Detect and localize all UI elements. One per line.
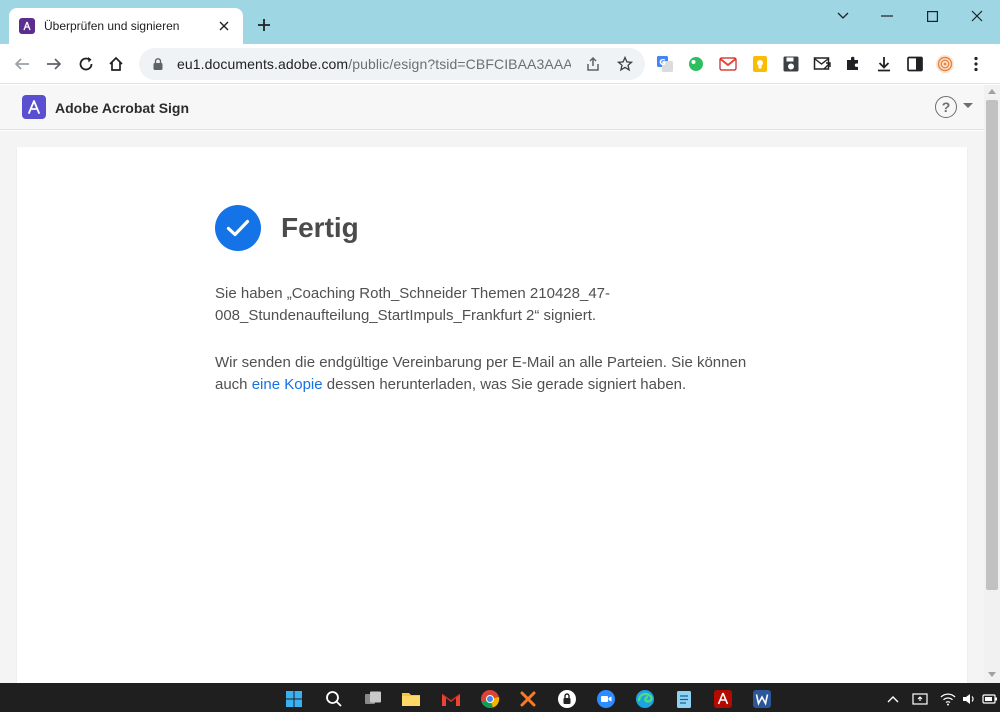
new-tab-icon[interactable]: [253, 14, 275, 36]
confirmation-card: [17, 147, 967, 683]
url-host: eu1.documents.adobe.com: [177, 56, 349, 72]
page-scrollbar-thumb[interactable]: [986, 100, 998, 590]
mail-forward-extension-icon[interactable]: [812, 54, 832, 74]
email-info-text-end: dessen herunterladen, was Sie gerade sig…: [322, 376, 687, 393]
scroll-down-arrow-icon[interactable]: [988, 672, 996, 677]
success-check-icon: [215, 205, 261, 251]
address-bar[interactable]: eu1.documents.adobe.com/public/esign?tsi…: [139, 48, 645, 80]
browser-tab-bar: Überprüfen und signieren: [0, 0, 1000, 44]
browser-tab-active[interactable]: Überprüfen und signieren: [9, 8, 243, 44]
vpn-app-icon[interactable]: [557, 689, 577, 709]
svg-text:G: G: [659, 58, 666, 67]
acrobat-favicon-icon: [19, 18, 35, 34]
lock-icon[interactable]: [151, 57, 165, 71]
evernote-extension-icon[interactable]: [686, 54, 706, 74]
task-view-icon[interactable]: [363, 689, 383, 709]
page-title: Fertig: [281, 212, 359, 243]
forward-arrow-icon[interactable]: [42, 52, 66, 76]
url-path: /public/esign?tsid=CBFCIBAA3AAABLb...: [348, 56, 571, 72]
email-info-text: Wir senden die endgültige Vereinbarung p…: [215, 352, 775, 396]
app-name: Adobe Acrobat Sign: [55, 100, 190, 116]
close-window-icon[interactable]: [967, 6, 987, 26]
word-app-icon[interactable]: [752, 689, 772, 709]
keep-extension-icon[interactable]: [750, 54, 770, 74]
app-header: Adobe Acrobat Sign ?: [0, 85, 984, 130]
reload-icon[interactable]: [74, 52, 98, 76]
minimize-icon[interactable]: [877, 6, 897, 26]
windows-taskbar: [0, 683, 1000, 712]
translate-extension-icon[interactable]: G: [655, 54, 675, 74]
browser-toolbar: eu1.documents.adobe.com/public/esign?tsi…: [0, 44, 1000, 84]
chevron-up-icon[interactable]: [885, 691, 901, 707]
gmail-app-icon[interactable]: [441, 689, 461, 709]
help-menu-chevron-icon[interactable]: [963, 103, 973, 108]
side-panel-icon[interactable]: [905, 54, 925, 74]
home-icon[interactable]: [104, 52, 128, 76]
back-arrow-icon[interactable]: [10, 52, 34, 76]
volume-icon[interactable]: [961, 691, 977, 707]
display-icon[interactable]: [912, 691, 928, 707]
tab-title: Überprüfen und signieren: [44, 19, 180, 33]
acrobat-app-icon[interactable]: [713, 689, 733, 709]
zoom-app-icon[interactable]: [596, 689, 616, 709]
file-explorer-icon[interactable]: [401, 689, 421, 709]
wifi-icon[interactable]: [940, 691, 956, 707]
profile-avatar-icon[interactable]: [935, 54, 955, 74]
share-icon[interactable]: [583, 54, 603, 74]
acrobat-sign-logo-icon: [22, 95, 46, 119]
floppy-extension-icon[interactable]: [781, 54, 801, 74]
puzzle-extensions-icon[interactable]: [843, 54, 863, 74]
tab-search-chevron-icon[interactable]: [833, 6, 853, 26]
chrome-app-icon[interactable]: [480, 689, 500, 709]
maximize-icon[interactable]: [922, 6, 942, 26]
download-copy-link[interactable]: eine Kopie: [252, 376, 323, 393]
scroll-up-arrow-icon[interactable]: [988, 89, 996, 94]
more-menu-icon[interactable]: [966, 54, 986, 74]
download-icon[interactable]: [874, 54, 894, 74]
battery-icon[interactable]: [982, 691, 998, 707]
xampp-app-icon[interactable]: [518, 689, 538, 709]
signed-confirmation-text: Sie haben „Coaching Roth_Schneider Theme…: [215, 285, 611, 324]
help-icon[interactable]: ?: [935, 96, 957, 118]
search-icon[interactable]: [324, 689, 344, 709]
edge-app-icon[interactable]: [635, 689, 655, 709]
gmail-extension-icon[interactable]: [718, 54, 738, 74]
windows-start-icon[interactable]: [284, 689, 304, 709]
tab-close-icon[interactable]: [215, 17, 233, 35]
notepad-app-icon[interactable]: [674, 689, 694, 709]
bookmark-star-icon[interactable]: [615, 54, 635, 74]
url-text[interactable]: eu1.documents.adobe.com/public/esign?tsi…: [177, 56, 571, 72]
